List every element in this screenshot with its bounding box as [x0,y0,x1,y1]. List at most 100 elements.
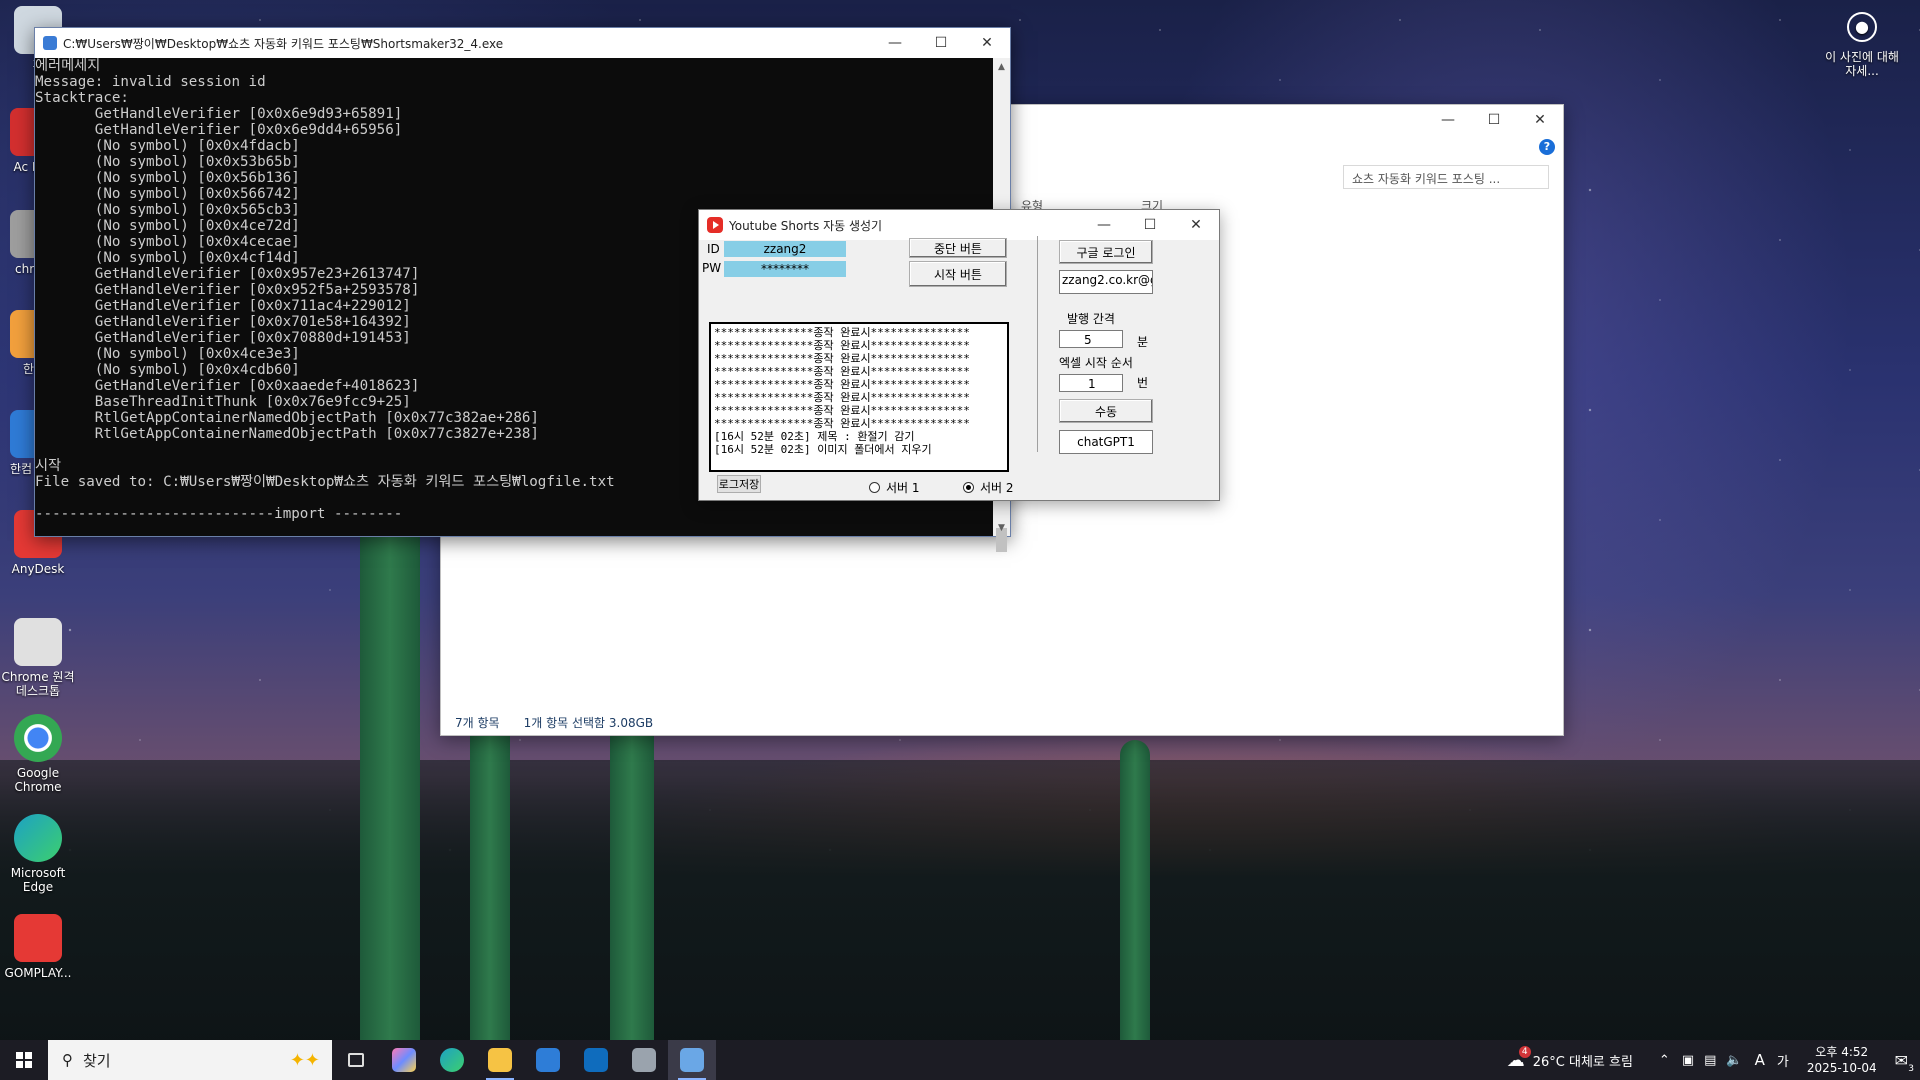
status-item-count: 7개 항목 [455,715,500,730]
store-icon [536,1048,560,1072]
photo-info[interactable]: ● 이 사진에 대해 자세... [1820,12,1904,78]
maximize-icon[interactable]: ☐ [1127,210,1173,240]
taskbar-store[interactable] [524,1040,572,1080]
clock-time: 오후 4:52 [1815,1045,1869,1059]
separator [1037,236,1038,452]
network-icon[interactable]: ▤ [1704,1053,1716,1068]
minimize-icon[interactable]: — [1081,210,1127,240]
camera-info-icon: ● [1847,12,1877,42]
stop-button[interactable]: 중단 버튼 [909,238,1007,258]
help-icon[interactable]: ? [1539,139,1555,155]
manual-button[interactable]: 수동 [1059,399,1153,423]
log-line: ***************종작 완료시*************** [714,404,970,417]
wallpaper-cactus [1120,740,1150,1040]
close-icon[interactable]: ✕ [1173,210,1219,240]
log-line: ***************종작 완료시*************** [714,326,970,339]
chrome-remote-icon [14,618,62,666]
app-titlebar[interactable]: Youtube Shorts 자동 생성기 — ☐ ✕ [699,210,1219,240]
app-window-icon [632,1048,656,1072]
maximize-icon[interactable]: ☐ [918,28,964,58]
shorts-generator-window[interactable]: Youtube Shorts 자동 생성기 — ☐ ✕ ID zzang2 PW… [698,209,1220,501]
console-title: C:₩Users₩짱이₩Desktop₩쇼츠 자동화 키워드 포스팅₩Short… [63,36,504,51]
server1-radio[interactable]: 서버 1 [869,479,920,496]
server2-label: 서버 2 [980,481,1014,495]
desktop-icon-label: Microsoft Edge [10,866,66,894]
taskbar-search[interactable]: ⚲ 찾기 ✦✦ [48,1040,332,1080]
close-icon[interactable]: ✕ [1517,105,1563,135]
desktop-icon-google-chrome[interactable]: Google Chrome [0,714,76,794]
radio-icon [869,482,880,493]
system-tray: ☁ 4 26°C 대체로 흐림 ⌃ ▣ ▤ 🔈 A 가 오후 4:52 2025-… [1507,1040,1920,1080]
excel-start-label: 엑셀 시작 순서 [1059,356,1133,370]
log-line: ***************종작 완료시*************** [714,352,970,365]
google-chrome-icon [14,714,62,762]
id-label: ID [707,242,720,256]
interval-label: 발행 간격 [1067,312,1115,326]
task-view-button[interactable] [332,1040,380,1080]
start-button[interactable] [0,1040,48,1080]
edge-icon [440,1048,464,1072]
log-line: [16시 52분 02초] 이미지 폴더에서 지우기 [714,443,932,456]
taskbar-outlook[interactable] [572,1040,620,1080]
desktop-icon-label: AnyDesk [11,562,65,576]
notification-icon[interactable]: ✉ 3 [1895,1051,1914,1074]
youtube-icon [707,217,723,233]
speaker-icon[interactable]: 🔈 [1726,1053,1742,1068]
interval-unit: 분 [1137,335,1149,349]
shortsmaker-icon [680,1048,704,1072]
pw-field[interactable]: ******** [724,261,846,277]
app-title: Youtube Shorts 자동 생성기 [729,218,883,233]
taskbar-edge[interactable] [428,1040,476,1080]
taskbar-copilot[interactable] [380,1040,428,1080]
interval-input[interactable]: 5 [1059,330,1123,348]
taskbar-shortsmaker[interactable] [668,1040,716,1080]
desktop-icon-label: GOMPLAY... [4,966,72,980]
console-window-controls: — ☐ ✕ [872,28,1010,58]
taskbar-file-explorer[interactable] [476,1040,524,1080]
desktop-icon-label: Google Chrome [14,766,62,794]
id-field[interactable]: zzang2 [724,241,846,257]
log-line: ***************종작 완료시*************** [714,417,970,430]
ime-korean[interactable]: 가 [1777,1051,1789,1070]
outlook-icon [584,1048,608,1072]
edge-icon [14,814,62,862]
email-input[interactable]: zzang2.co.kr@gn [1059,270,1153,294]
ime-mode[interactable]: A [1755,1051,1765,1069]
desktop-icon-gomplay[interactable]: GOMPLAY... [0,914,76,980]
desktop-icon-label: Chrome 원격 데스크톱 [1,670,75,698]
taskbar-search-text: 찾기 [83,1051,111,1070]
explorer-status-bar: 7개 항목 1개 항목 선택함 3.08GB [441,709,1563,735]
meet-icon[interactable]: ▣ [1682,1053,1694,1068]
console-titlebar[interactable]: C:₩Users₩짱이₩Desktop₩쇼츠 자동화 키워드 포스팅₩Short… [35,28,1010,58]
search-icon: ⚲ [62,1051,73,1069]
maximize-icon[interactable]: ☐ [1471,105,1517,135]
excel-start-input[interactable]: 1 [1059,374,1123,392]
notification-count: 3 [1908,1063,1914,1074]
taskbar-app[interactable] [620,1040,668,1080]
desktop-icon-edge[interactable]: Microsoft Edge [0,814,76,894]
scroll-down-icon[interactable]: ▼ [993,519,1010,536]
chevron-up-icon[interactable]: ⌃ [1659,1053,1670,1068]
photo-info-label: 이 사진에 대해 자세... [1825,50,1899,78]
start-button[interactable]: 시작 버튼 [909,261,1007,287]
minimize-icon[interactable]: — [1425,105,1471,135]
weather-text[interactable]: 26°C 대체로 흐림 [1533,1051,1633,1070]
close-icon[interactable]: ✕ [964,28,1010,58]
desktop-icon-chrome-remote[interactable]: Chrome 원격 데스크톱 [0,618,76,698]
search-highlight-icon: ✦✦ [289,1049,320,1071]
scroll-up-icon[interactable]: ▲ [993,58,1010,75]
clock[interactable]: 오후 4:52 2025-10-04 [1797,1044,1887,1076]
console-app-icon [43,36,57,50]
task-view-icon [348,1053,364,1067]
log-save-button[interactable]: 로그저장 [717,475,761,493]
explorer-search-input[interactable]: 쇼츠 자동화 키워드 포스팅 ... [1343,165,1549,189]
windows-icon [16,1052,32,1068]
minimize-icon[interactable]: — [872,28,918,58]
server2-radio[interactable]: 서버 2 [963,479,1014,496]
log-line: ***************종작 완료시*************** [714,378,970,391]
chatgpt-select[interactable]: chatGPT1 [1059,430,1153,454]
google-login-button[interactable]: 구글 로그인 [1059,240,1153,264]
weather-icon[interactable]: ☁ 4 [1507,1045,1531,1071]
taskbar: ⚲ 찾기 ✦✦ ☁ 4 26°C 대체로 흐림 ⌃ ▣ ▤ 🔈 A 가 오후 4:… [0,1040,1920,1080]
app-window-controls: — ☐ ✕ [1081,210,1219,240]
